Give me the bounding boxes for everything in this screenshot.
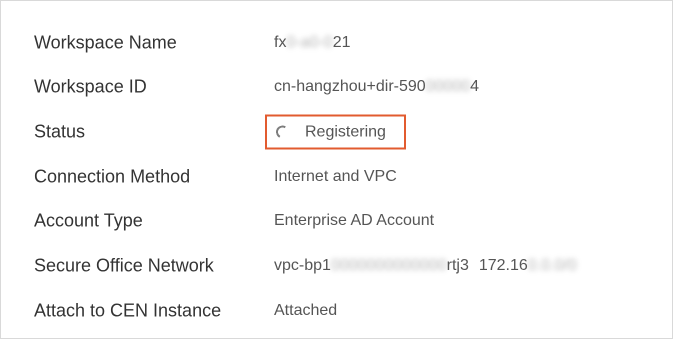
cidr-prefix: 172.16: [478, 257, 528, 274]
workspace-id-redacted: 00000: [425, 78, 471, 95]
secure-office-network-label: Secure Office Network: [34, 255, 214, 276]
row-account-type: Account Type Enterprise AD Account: [1, 201, 672, 241]
secure-office-network-value: vpc-bp1 0000000000000 rtj3 172.16 0.0.0/0: [274, 257, 577, 275]
workspace-id-label: Workspace ID: [34, 76, 147, 97]
workspace-id-suffix: 4: [470, 78, 480, 95]
row-attach-cen: Attach to CEN Instance Attached: [1, 291, 672, 331]
attach-cen-label: Attach to CEN Instance: [34, 300, 222, 321]
vpc-id-redacted: 0000000000000: [330, 257, 447, 274]
row-workspace-name: Workspace Name fx 0-a0-0 21: [1, 23, 672, 63]
connection-method-value: Internet and VPC: [274, 168, 397, 185]
row-workspace-id: Workspace ID cn-hangzhou+dir-590 00000 4: [1, 67, 672, 107]
vpc-id-suffix: rtj3: [446, 257, 469, 274]
vpc-id-prefix: vpc-bp1: [274, 257, 331, 274]
loading-spinner-icon: [274, 124, 291, 140]
status-value: Registering: [305, 123, 386, 140]
workspace-name-prefix: fx: [274, 34, 287, 51]
workspace-id-prefix: cn-hangzhou+dir-590: [274, 78, 426, 95]
workspace-name-suffix: 21: [332, 34, 351, 51]
workspace-details-panel: Workspace Name fx 0-a0-0 21 Workspace ID c…: [0, 0, 673, 339]
account-type-value: Enterprise AD Account: [274, 212, 435, 229]
workspace-name-redacted: 0-a0-0: [286, 34, 333, 51]
workspace-name-value: fx 0-a0-0 21: [274, 34, 351, 52]
status-label: Status: [34, 121, 86, 142]
workspace-id-value: cn-hangzhou+dir-590 00000 4: [274, 78, 479, 96]
attach-cen-value: Attached: [274, 302, 338, 319]
row-secure-office-network: Secure Office Network vpc-bp1 00000000000…: [1, 246, 672, 286]
connection-method-label: Connection Method: [34, 166, 191, 187]
workspace-name-label: Workspace Name: [34, 32, 177, 53]
row-status: Status Registering: [1, 112, 672, 152]
account-type-label: Account Type: [34, 210, 143, 231]
cidr-redacted: 0.0.0/0: [527, 257, 577, 274]
row-connection-method: Connection Method Internet and VPC: [1, 157, 672, 197]
status-highlight-box: Registering: [265, 114, 406, 150]
